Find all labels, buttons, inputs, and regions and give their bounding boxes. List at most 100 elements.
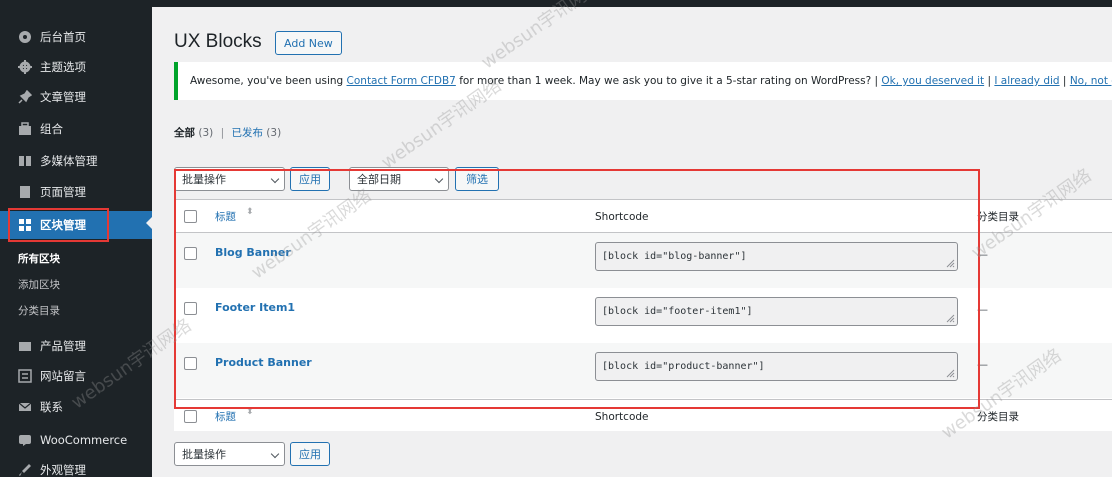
row-checkbox[interactable]: [184, 247, 197, 260]
bulk-action-select-bottom[interactable]: 批量操作: [174, 442, 285, 466]
main-content: UX Blocks Add New Awesome, you've been u…: [152, 0, 1112, 477]
sidebar-item-label: 网站留言: [40, 369, 86, 383]
media-icon: [18, 154, 32, 168]
sidebar-item-pages[interactable]: 页面管理: [0, 178, 152, 206]
column-shortcode: Shortcode: [595, 411, 649, 423]
sidebar-item-label: 多媒体管理: [40, 154, 98, 168]
admin-bar: [152, 0, 1112, 7]
row-checkbox[interactable]: [184, 302, 197, 315]
column-category: 分类目录: [977, 211, 1019, 223]
sidebar-item-appearance[interactable]: 外观管理: [0, 456, 152, 477]
notice-separator: |: [1059, 75, 1070, 87]
woocommerce-icon: [18, 433, 32, 447]
blocks-table: 标题 ⬍ Shortcode 分类目录 Blog Banner [block i…: [174, 199, 1112, 431]
sort-icon[interactable]: ⬍: [246, 407, 254, 417]
resize-handle-icon[interactable]: [946, 314, 955, 323]
notice-separator: |: [984, 75, 995, 87]
filter-separator: |: [220, 127, 225, 139]
table-row: Blog Banner [block id="blog-banner"] —: [174, 233, 1112, 288]
submenu-all-blocks[interactable]: 所有区块: [18, 251, 60, 266]
sidebar-item-posts[interactable]: 文章管理: [0, 83, 152, 111]
filter-all[interactable]: 全部: [174, 127, 195, 139]
sidebar-item-label: 后台首页: [40, 30, 86, 44]
date-filter-value: 全部日期: [357, 173, 401, 186]
row-category: —: [977, 358, 988, 371]
submenu-add-block[interactable]: 添加区块: [18, 277, 60, 292]
appearance-icon: [18, 463, 32, 477]
pin-icon: [18, 89, 33, 104]
row-title-link[interactable]: Blog Banner: [215, 246, 291, 259]
comments-icon: [18, 369, 32, 383]
row-category: —: [977, 303, 988, 316]
sidebar-item-contact[interactable]: 联系: [0, 393, 152, 421]
add-new-button[interactable]: Add New: [275, 31, 342, 55]
page-title: UX Blocks: [174, 31, 262, 52]
portfolio-icon: [18, 122, 32, 136]
shortcode-field[interactable]: [block id="footer-item1"]: [595, 297, 958, 326]
mail-icon: [18, 400, 32, 414]
row-title-link[interactable]: Product Banner: [215, 356, 312, 369]
sidebar-item-label: 主题选项: [40, 60, 86, 74]
notice-not-good-link[interactable]: No, not good enough: [1070, 75, 1112, 87]
highlight-box: [8, 208, 109, 242]
chevron-down-icon: [270, 174, 280, 184]
chevron-down-icon: [434, 174, 444, 184]
rating-notice: Awesome, you've been using Contact Form …: [174, 62, 1112, 100]
sidebar-item-label: 页面管理: [40, 185, 86, 199]
notice-ok-link[interactable]: Ok, you deserved it: [881, 75, 984, 87]
sidebar-item-woocommerce[interactable]: WooCommerce: [0, 426, 152, 454]
filter-button[interactable]: 筛选: [455, 167, 499, 191]
bulk-action-value: 批量操作: [182, 448, 226, 461]
column-category: 分类目录: [977, 411, 1019, 423]
chevron-down-icon: [270, 449, 280, 459]
settings-icon: [18, 60, 32, 74]
row-title-link[interactable]: Footer Item1: [215, 301, 295, 314]
notice-text: Awesome, you've been using: [190, 75, 347, 87]
sidebar-item-theme-options[interactable]: 主题选项: [0, 53, 152, 81]
shortcode-value: [block id="product-banner"]: [602, 361, 765, 372]
row-category: —: [977, 248, 988, 261]
select-all-checkbox[interactable]: [184, 210, 197, 223]
table-header: 标题 ⬍ Shortcode 分类目录: [174, 200, 1112, 233]
apply-button[interactable]: 应用: [290, 167, 330, 191]
sidebar-item-portfolio[interactable]: 组合: [0, 115, 152, 143]
resize-handle-icon[interactable]: [946, 369, 955, 378]
sidebar-item-label: 外观管理: [40, 463, 86, 477]
sidebar-item-dashboard[interactable]: 后台首页: [0, 23, 152, 51]
bulk-action-value: 批量操作: [182, 173, 226, 186]
dashboard-icon: [18, 30, 32, 44]
filter-published[interactable]: 已发布: [231, 127, 263, 139]
notice-already-did-link[interactable]: I already did: [994, 75, 1059, 87]
table-row: Product Banner [block id="product-banner…: [174, 343, 1112, 398]
notice-plugin-link[interactable]: Contact Form CFDB7: [347, 75, 456, 87]
column-title[interactable]: 标题: [215, 409, 236, 424]
admin-sidebar: 后台首页 主题选项 文章管理 组合 多媒体管理 页面管理 区块管理 所有区块 添…: [0, 0, 153, 477]
date-filter-select[interactable]: 全部日期: [349, 167, 449, 191]
sidebar-item-label: 文章管理: [40, 90, 86, 104]
sort-icon[interactable]: ⬍: [246, 207, 254, 217]
sidebar-item-label: 组合: [40, 122, 63, 136]
column-title[interactable]: 标题: [215, 209, 236, 224]
filter-all-count: (3): [198, 127, 214, 139]
sidebar-item-media[interactable]: 多媒体管理: [0, 147, 152, 175]
shortcode-field[interactable]: [block id="blog-banner"]: [595, 242, 958, 271]
submenu-categories[interactable]: 分类目录: [18, 303, 60, 318]
shortcode-field[interactable]: [block id="product-banner"]: [595, 352, 958, 381]
notice-text: for more than 1 week. May we ask you to …: [455, 75, 882, 87]
sidebar-item-label: WooCommerce: [40, 433, 128, 447]
select-all-checkbox[interactable]: [184, 410, 197, 423]
shortcode-value: [block id="footer-item1"]: [602, 306, 753, 317]
table-row: Footer Item1 [block id="footer-item1"] —: [174, 288, 1112, 343]
apply-button-bottom[interactable]: 应用: [290, 442, 330, 466]
filter-published-count: (3): [266, 127, 282, 139]
sidebar-item-comments[interactable]: 网站留言: [0, 362, 152, 390]
row-checkbox[interactable]: [184, 357, 197, 370]
bulk-action-select[interactable]: 批量操作: [174, 167, 285, 191]
shortcode-value: [block id="blog-banner"]: [602, 251, 747, 262]
column-shortcode: Shortcode: [595, 211, 649, 223]
sidebar-item-label: 产品管理: [40, 339, 86, 353]
resize-handle-icon[interactable]: [946, 259, 955, 268]
sidebar-item-products[interactable]: 产品管理: [0, 332, 152, 360]
products-icon: [18, 339, 32, 353]
page-icon: [18, 185, 32, 199]
